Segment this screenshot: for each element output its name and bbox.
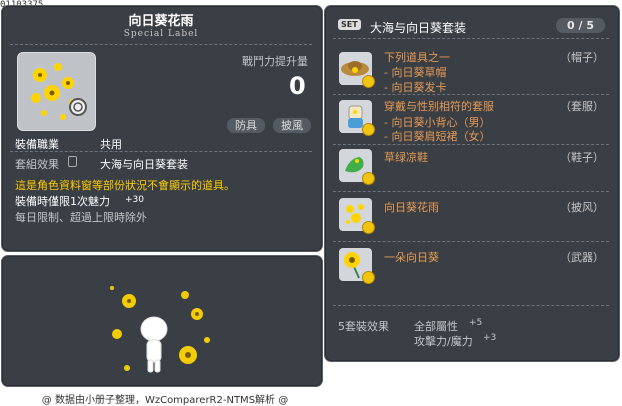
lock-icon [68, 156, 77, 167]
coin-icon [362, 75, 375, 88]
set-effect-2-value: +3 [483, 333, 497, 343]
set-effect-2: 攻擊力/魔力 [414, 335, 473, 348]
set-item-title: 向日葵花雨 [384, 201, 439, 214]
coin-icon [362, 123, 375, 136]
tag-armor: 防具 [227, 118, 265, 133]
character-preview-image [110, 286, 210, 373]
set-value: 大海与向日葵套装 [100, 158, 188, 171]
job-value: 共用 [100, 138, 122, 151]
power-label: 戰鬥力提升量 [242, 55, 308, 68]
warning-text: 這是角色資料窗等部份狀況不會顯示的道具。 [15, 179, 235, 192]
set-item-sub: - 向日葵肩短裙（女） [384, 130, 491, 143]
coin-icon [362, 271, 375, 284]
flower-rain-icon [31, 63, 87, 120]
divider [10, 151, 312, 152]
set-effect-label: 5套裝效果 [338, 320, 389, 333]
set-item-sub: - 向日葵草帽 [384, 66, 447, 79]
set-item-title: 下列道具之一 [384, 51, 450, 64]
divider [333, 144, 609, 145]
set-title: 大海与向日葵套装 [370, 21, 467, 35]
set-item-category: （鞋子） [560, 151, 604, 164]
divider [333, 38, 609, 39]
job-label: 裝備職業 [15, 138, 59, 151]
divider [333, 241, 609, 242]
limit-note: 每日限制、超過上限時除外 [15, 211, 147, 224]
item-name: 向日葵花雨 [128, 14, 194, 29]
character-preview-panel [1, 255, 323, 387]
item-icon [17, 52, 96, 131]
set-item-icon [339, 248, 375, 284]
set-item-title: 草绿凉鞋 [384, 151, 428, 164]
set-item-title: 一朵向日葵 [384, 251, 439, 264]
divider [10, 44, 312, 45]
tag-cape: 披風 [273, 118, 311, 133]
set-item-category: （披风） [560, 201, 604, 214]
divider [333, 94, 609, 95]
set-item-category: （帽子） [560, 51, 604, 64]
set-count: 0 / 5 [556, 18, 605, 33]
coin-icon [362, 172, 375, 185]
set-item-icon [339, 100, 375, 136]
power-value: 0 [289, 72, 306, 100]
set-item-sub: - 向日葵发卡 [384, 81, 447, 94]
set-effect-1: 全部屬性 [414, 320, 458, 333]
set-item-icon [339, 149, 375, 185]
set-item-category: （套服） [560, 100, 604, 113]
equip-limit-bonus: +30 [125, 195, 144, 205]
set-item-category: （武器） [560, 251, 604, 264]
equip-limit: 裝備時僅限1次魅力 [15, 195, 110, 208]
set-label: 套組效果 [15, 158, 59, 171]
item-label: Special Label [123, 29, 199, 39]
set-badge: SET [338, 19, 361, 30]
set-item-title: 穿戴与性别相符的套服 [384, 100, 494, 113]
divider [333, 305, 609, 306]
set-item-icon [339, 52, 375, 88]
set-item-icon [339, 198, 375, 234]
footer-credit: @ 数据由小册子整理，WzComparerR2-NTMS解析 @ [41, 395, 289, 406]
set-effect-1-value: +5 [469, 318, 483, 328]
divider [333, 191, 609, 192]
coin-icon [362, 221, 375, 234]
